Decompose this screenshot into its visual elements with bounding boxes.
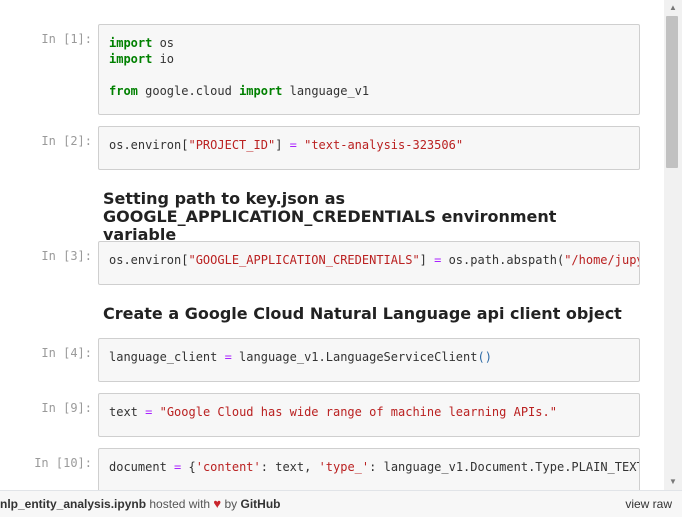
code-text: language_client [109,350,225,364]
code-text: document [109,460,175,474]
notebook-view: In [1]: import os import io from google.… [0,0,664,490]
view-raw-link[interactable]: view raw [625,491,672,517]
cell-prompt: In [1]: [41,32,92,46]
string-literal: 'type_' [318,460,370,474]
scroll-down-icon[interactable]: ▼ [664,474,682,490]
string-literal: "/home/jupyter [564,253,639,267]
hosted-text: hosted with [146,497,214,511]
code-text: : language_v1.Document.Type.PLAIN_TEXT [369,460,640,474]
by-text: by [221,497,241,511]
string-literal: "GOOGLE_APPLICATION_CREDENTIALS" [188,253,420,267]
string-literal: 'content' [195,460,261,474]
code-text: { [188,460,196,474]
cell-prompt: In [4]: [41,346,92,360]
code-text: ] [275,138,290,152]
cell-prompt: In [3]: [41,249,92,263]
operator: = [289,138,297,152]
code-text: os.environ[ [109,138,189,152]
gist-footer: nlp_entity_analysis.ipynb hosted with ♥ … [0,490,682,517]
code-text: io [152,52,175,66]
operator: = [224,350,232,364]
code-input[interactable]: import os import io from google.cloud im… [98,24,640,115]
cell-prompt: In [10]: [34,456,92,470]
code-text: text [109,405,146,419]
cell-prompt: In [2]: [41,134,92,148]
code-text: google.cloud [137,84,240,98]
code-text: language_v1 [282,84,370,98]
keyword: import [239,84,283,98]
github-link[interactable]: GitHub [240,497,280,511]
code-input[interactable]: text = "Google Cloud has wide range of m… [98,393,640,437]
code-input[interactable]: language_client = language_v1.LanguageSe… [98,338,640,382]
code-input[interactable]: document = {'content': text, 'type_': la… [98,448,640,490]
gist-meta: nlp_entity_analysis.ipynb hosted with ♥ … [0,491,280,517]
heart-icon: ♥ [213,496,222,511]
code-text: : text, [260,460,319,474]
code-paren: () [477,350,492,364]
markdown-heading: Create a Google Cloud Natural Language a… [103,304,622,323]
code-text: os.environ[ [109,253,189,267]
string-literal: "Google Cloud has wide range of machine … [159,405,557,419]
code-text: language_v1.LanguageServiceClient [231,350,478,364]
code-input[interactable]: os.environ["PROJECT_ID"] = "text-analysi… [98,126,640,170]
markdown-heading: Setting path to key.json as GOOGLE_APPLI… [103,189,557,244]
keyword: import [109,36,153,50]
keyword: import [109,52,153,66]
cell-prompt: In [9]: [41,401,92,415]
code-text: os [152,36,175,50]
vertical-scrollbar[interactable]: ▲ ▼ [664,0,682,490]
file-link[interactable]: nlp_entity_analysis.ipynb [0,497,146,511]
scrollbar-thumb[interactable] [666,16,678,168]
scroll-up-icon[interactable]: ▲ [664,0,682,16]
code-input[interactable]: os.environ["GOOGLE_APPLICATION_CREDENTIA… [98,241,640,285]
string-literal: "PROJECT_ID" [188,138,276,152]
code-text: os.path.abspath( [441,253,565,267]
string-literal: "text-analysis-323506" [304,138,464,152]
keyword: from [109,84,138,98]
code-text: ] [419,253,435,267]
